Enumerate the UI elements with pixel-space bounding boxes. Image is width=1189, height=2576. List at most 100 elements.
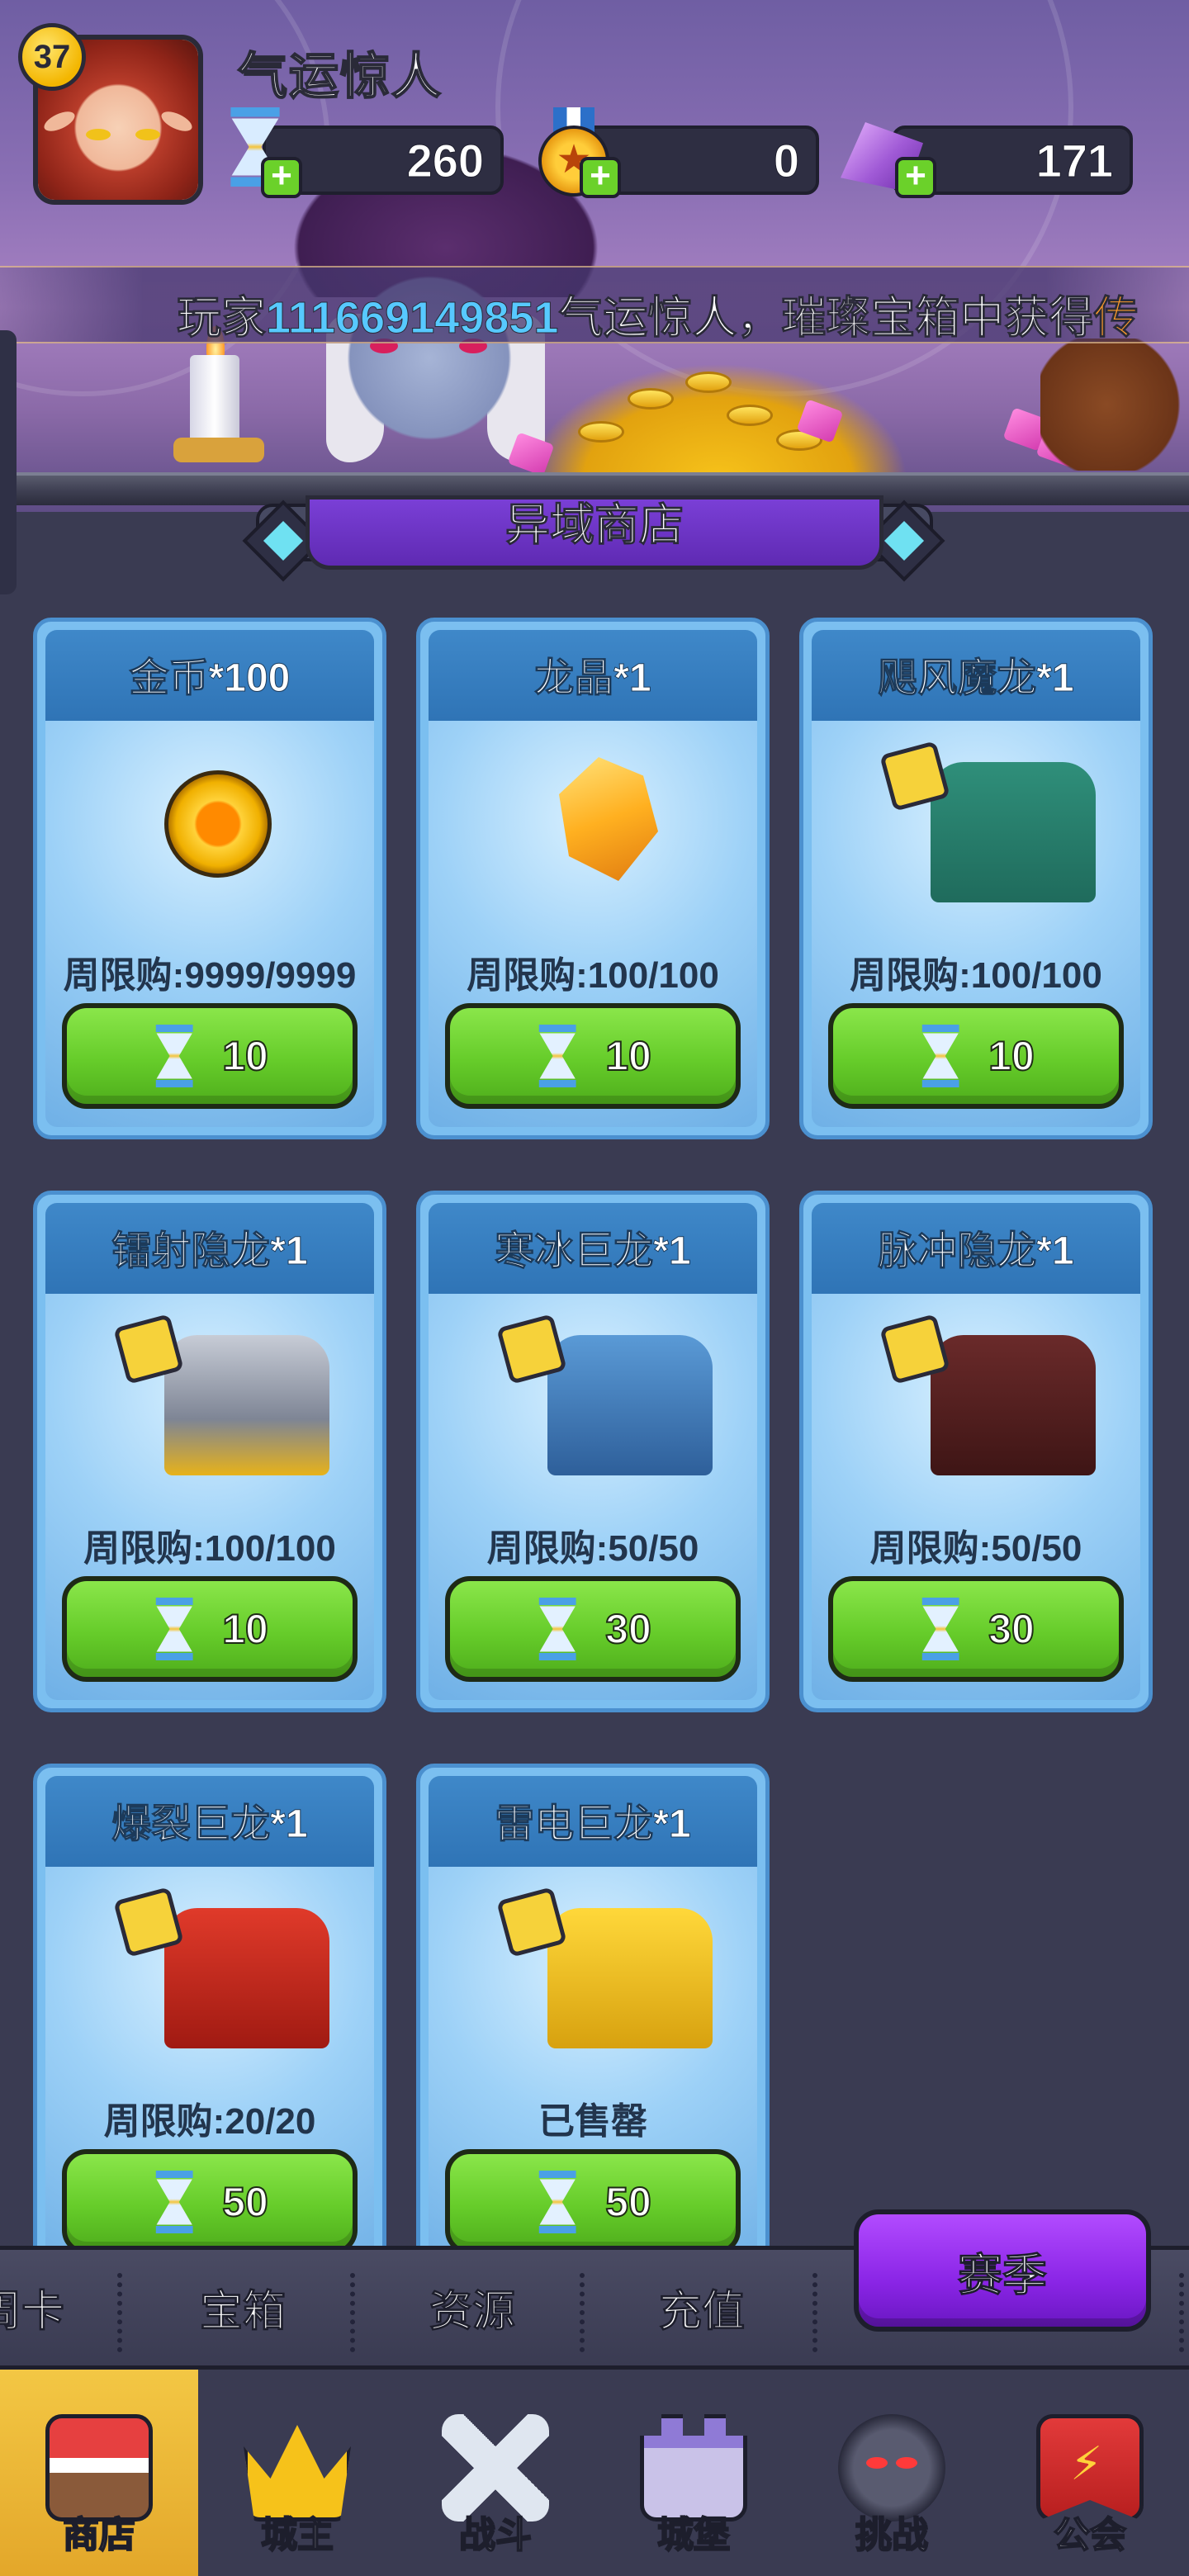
- left-edge-tab: [0, 330, 17, 594]
- shop-item-card[interactable]: 飓风魔龙*1 周限购:100/100 10: [799, 618, 1153, 1139]
- purchase-limit: 周限购:9999/9999: [63, 955, 357, 996]
- dragon-art: [547, 1335, 713, 1475]
- tab-recharge[interactable]: 充值: [658, 2276, 745, 2338]
- tab-resources[interactable]: 资源: [429, 2276, 515, 2338]
- shop-item-card[interactable]: 脉冲隐龙*1 周限购:50/50 30: [799, 1191, 1153, 1712]
- purchase-limit: 周限购:100/100: [467, 955, 719, 996]
- candle-base: [173, 438, 264, 462]
- item-name: 金币*100: [129, 656, 291, 701]
- add-crystal-button[interactable]: +: [895, 157, 936, 198]
- hourglass-icon: [155, 1598, 193, 1660]
- item-name: 雷电巨龙*1: [495, 1802, 691, 1847]
- coin-art: [164, 770, 272, 878]
- add-hourglass-button[interactable]: +: [261, 157, 302, 198]
- bottom-navigation: 商店 城主 战斗 城堡 挑战 公会: [0, 2370, 1189, 2576]
- hourglass-icon: [538, 1025, 576, 1087]
- dragon-art: [547, 1908, 713, 2048]
- price: 30: [604, 1605, 652, 1653]
- purchase-limit: 周限购:100/100: [83, 1528, 336, 1569]
- treasure-bag-art: [1040, 339, 1189, 471]
- buy-button[interactable]: 30: [445, 1576, 741, 1682]
- add-medal-button[interactable]: +: [580, 157, 621, 198]
- shop-title: 异域商店: [505, 500, 685, 551]
- nav-shop[interactable]: 商店: [0, 2370, 198, 2576]
- nav-label: 挑战: [855, 2514, 929, 2556]
- item-name: 镭射隐龙*1: [111, 1229, 308, 1274]
- hourglass-icon: [538, 2171, 576, 2233]
- player-name: 气运惊人: [237, 48, 443, 105]
- buy-button[interactable]: 10: [445, 1003, 741, 1109]
- item-name: 脉冲隐龙*1: [878, 1229, 1074, 1274]
- nav-label: 城主: [260, 2514, 334, 2556]
- gold-coin: [685, 372, 732, 393]
- price: 10: [221, 1605, 269, 1653]
- dragon-crystal-icon: [514, 737, 680, 902]
- candle-art: [190, 355, 239, 446]
- purchase-limit: 周限购:100/100: [850, 955, 1102, 996]
- player-level-badge: 37: [18, 23, 86, 91]
- nav-battle[interactable]: 战斗: [396, 2370, 594, 2576]
- nav-lord[interactable]: 城主: [198, 2370, 396, 2576]
- nav-castle[interactable]: 城堡: [594, 2370, 793, 2576]
- shop-item-card[interactable]: 龙晶*1 周限购:100/100 10: [416, 618, 770, 1139]
- price: 50: [604, 2178, 652, 2226]
- announcement-ticker: 玩家111669149851气运惊人，璀璨宝箱中获得传: [0, 266, 1189, 343]
- gold-coin: [578, 421, 624, 443]
- ticker-item: 传: [1093, 293, 1139, 343]
- gold-coin-icon: [131, 737, 296, 902]
- avatar-eye: [86, 129, 111, 140]
- hourglass-icon: [921, 1025, 959, 1087]
- price: 30: [988, 1605, 1035, 1653]
- hourglass-icon: [538, 1598, 576, 1660]
- item-name: 飓风魔龙*1: [878, 656, 1074, 701]
- buy-button[interactable]: 10: [62, 1576, 358, 1682]
- dragon-art: [931, 1335, 1096, 1475]
- buy-button[interactable]: 30: [828, 1576, 1124, 1682]
- avatar-eye: [135, 129, 160, 140]
- price: 10: [221, 1032, 269, 1080]
- buy-button[interactable]: 50: [62, 2149, 358, 2255]
- nav-label: 商店: [62, 2514, 136, 2556]
- gold-coin: [628, 388, 674, 410]
- sold-out-label: 已售罄: [538, 2101, 647, 2142]
- price: 10: [604, 1032, 652, 1080]
- hourglass-icon: [155, 2171, 193, 2233]
- shop-item-card[interactable]: 爆裂巨龙*1 周限购:20/20 50: [33, 1764, 386, 2285]
- shop-title-banner: 异域商店: [306, 495, 883, 570]
- item-name: 寒冰巨龙*1: [495, 1229, 691, 1274]
- tab-weekly-card[interactable]: 周卡: [0, 2276, 65, 2338]
- shop-item-card[interactable]: 镭射隐龙*1 周限购:100/100 10: [33, 1191, 386, 1712]
- purchase-limit: 周限购:20/20: [103, 2101, 316, 2142]
- dragon-art: [164, 1908, 329, 2048]
- item-name: 龙晶*1: [534, 656, 651, 701]
- nav-label: 城堡: [656, 2514, 731, 2556]
- price: 50: [221, 2178, 269, 2226]
- buy-button[interactable]: 50: [445, 2149, 741, 2255]
- shop-item-card[interactable]: 雷电巨龙*1 已售罄 50: [416, 1764, 770, 2285]
- shop-item-card[interactable]: 寒冰巨龙*1 周限购:50/50 30: [416, 1191, 770, 1712]
- tab-divider: [350, 2273, 355, 2352]
- ticker-text: 玩家111669149851气运惊人，璀璨宝箱中获得传: [177, 281, 1139, 343]
- nav-challenge[interactable]: 挑战: [793, 2370, 991, 2576]
- nav-label: 公会: [1053, 2514, 1127, 2556]
- buy-button[interactable]: 10: [62, 1003, 358, 1109]
- buy-button[interactable]: 10: [828, 1003, 1124, 1109]
- ticker-suffix: 气运惊人，璀璨宝箱中获得: [558, 293, 1094, 343]
- tab-divider: [117, 2273, 122, 2352]
- tab-divider: [580, 2273, 585, 2352]
- crystal-art: [559, 757, 658, 881]
- ticker-player-id: 111669149851: [265, 293, 559, 343]
- gold-coin: [727, 405, 773, 426]
- tab-divider: [1179, 2273, 1184, 2352]
- nav-guild[interactable]: 公会: [991, 2370, 1189, 2576]
- dragon-art: [931, 762, 1096, 902]
- purchase-limit: 周限购:50/50: [869, 1528, 1082, 1569]
- nav-label: 战斗: [458, 2514, 533, 2556]
- hourglass-icon: [155, 1025, 193, 1087]
- price: 10: [988, 1032, 1035, 1080]
- tab-chest[interactable]: 宝箱: [199, 2276, 286, 2338]
- shop-item-card[interactable]: 金币*100 周限购:9999/9999 10: [33, 618, 386, 1139]
- item-name: 爆裂巨龙*1: [111, 1802, 308, 1847]
- dragon-art: [164, 1335, 329, 1475]
- tab-season[interactable]: 赛季: [854, 2209, 1151, 2332]
